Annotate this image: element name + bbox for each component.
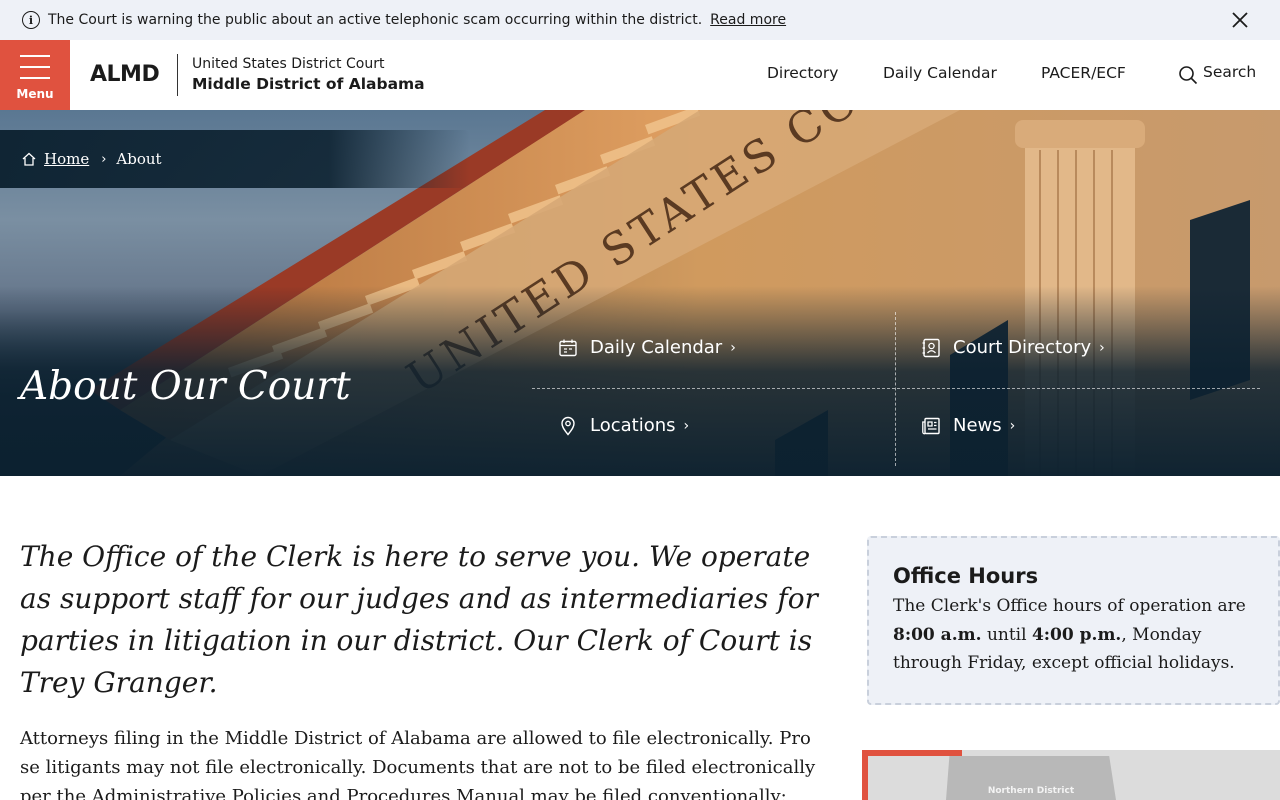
alert-message: The Court is warning the public about an…: [48, 12, 703, 28]
court-name[interactable]: United States District Court Middle Dist…: [192, 55, 425, 95]
hours-until: until: [986, 624, 1027, 645]
hours-open: 8:00 a.m.: [893, 624, 982, 645]
menu-button[interactable]: Menu: [0, 40, 70, 110]
quick-link-label: News: [953, 415, 1002, 436]
nav-directory[interactable]: Directory: [767, 64, 838, 82]
map-accent: [862, 750, 962, 756]
quick-link-daily-calendar[interactable]: Daily Calendar ›: [558, 337, 736, 358]
site-header: Menu ALMD United States District Court M…: [0, 40, 1280, 110]
info-icon: i: [22, 11, 40, 29]
office-hours-title: Office Hours: [893, 564, 1039, 588]
quick-link-court-directory[interactable]: Court Directory ›: [921, 337, 1105, 358]
alert-read-more-link[interactable]: Read more: [710, 12, 786, 28]
breadcrumb-current: About: [116, 150, 162, 168]
quick-link-label: Court Directory: [953, 337, 1092, 358]
hamburger-icon: [20, 55, 50, 88]
search-button[interactable]: Search: [1203, 63, 1256, 81]
newspaper-icon: [922, 417, 940, 434]
search-icon[interactable]: [1178, 65, 1198, 85]
logo-divider: [177, 54, 178, 96]
quick-link-news[interactable]: News ›: [921, 415, 1015, 436]
chevron-right-icon: ›: [730, 339, 736, 356]
office-hours-card: Office Hours The Clerk's Office hours of…: [867, 536, 1280, 705]
quick-link-locations[interactable]: Locations ›: [558, 415, 689, 436]
calendar-icon: [559, 339, 577, 356]
hero-banner: UNITED STATES COURT HOUSE Home › About A…: [0, 110, 1280, 476]
body-paragraph: Attorneys filing in the Middle District …: [20, 728, 816, 800]
menu-label: Menu: [16, 87, 54, 101]
district-map[interactable]: Northern District: [862, 750, 1280, 800]
court-name-line1: United States District Court: [192, 56, 385, 72]
chevron-right-icon: ›: [683, 417, 690, 434]
chevron-right-icon: ›: [101, 151, 107, 167]
chevron-right-icon: ›: [1009, 417, 1016, 434]
home-icon: [22, 152, 36, 166]
site-logo[interactable]: ALMD: [90, 62, 160, 87]
quick-link-label: Daily Calendar: [590, 337, 723, 358]
alert-banner: i The Court is warning the public about …: [0, 0, 1280, 40]
hours-intro: The Clerk's Office hours of operation ar…: [893, 596, 1246, 616]
quick-links-divider-vertical: [895, 312, 896, 466]
breadcrumb: Home › About: [0, 130, 470, 188]
map-accent-side: [862, 750, 868, 800]
nav-daily-calendar[interactable]: Daily Calendar: [883, 64, 997, 82]
map-region-label: Northern District: [987, 786, 1075, 796]
close-icon[interactable]: [1230, 10, 1250, 30]
quick-link-label: Locations: [590, 415, 676, 436]
office-hours-text: The Clerk's Office hours of operation ar…: [893, 592, 1254, 678]
hours-close: 4:00 p.m.: [1031, 624, 1122, 645]
court-name-line2: Middle District of Alabama: [192, 75, 425, 93]
breadcrumb-home-link[interactable]: Home: [44, 150, 89, 168]
lead-paragraph: The Office of the Clerk is here to serve…: [20, 540, 818, 699]
contact-book-icon: [922, 338, 940, 357]
chevron-right-icon: ›: [1099, 339, 1105, 356]
map-pin-icon: [561, 416, 575, 436]
nav-pacer-ecf[interactable]: PACER/ECF: [1041, 64, 1126, 82]
quick-links-divider-horizontal: [532, 388, 1260, 389]
page-title: About Our Court: [20, 364, 351, 409]
